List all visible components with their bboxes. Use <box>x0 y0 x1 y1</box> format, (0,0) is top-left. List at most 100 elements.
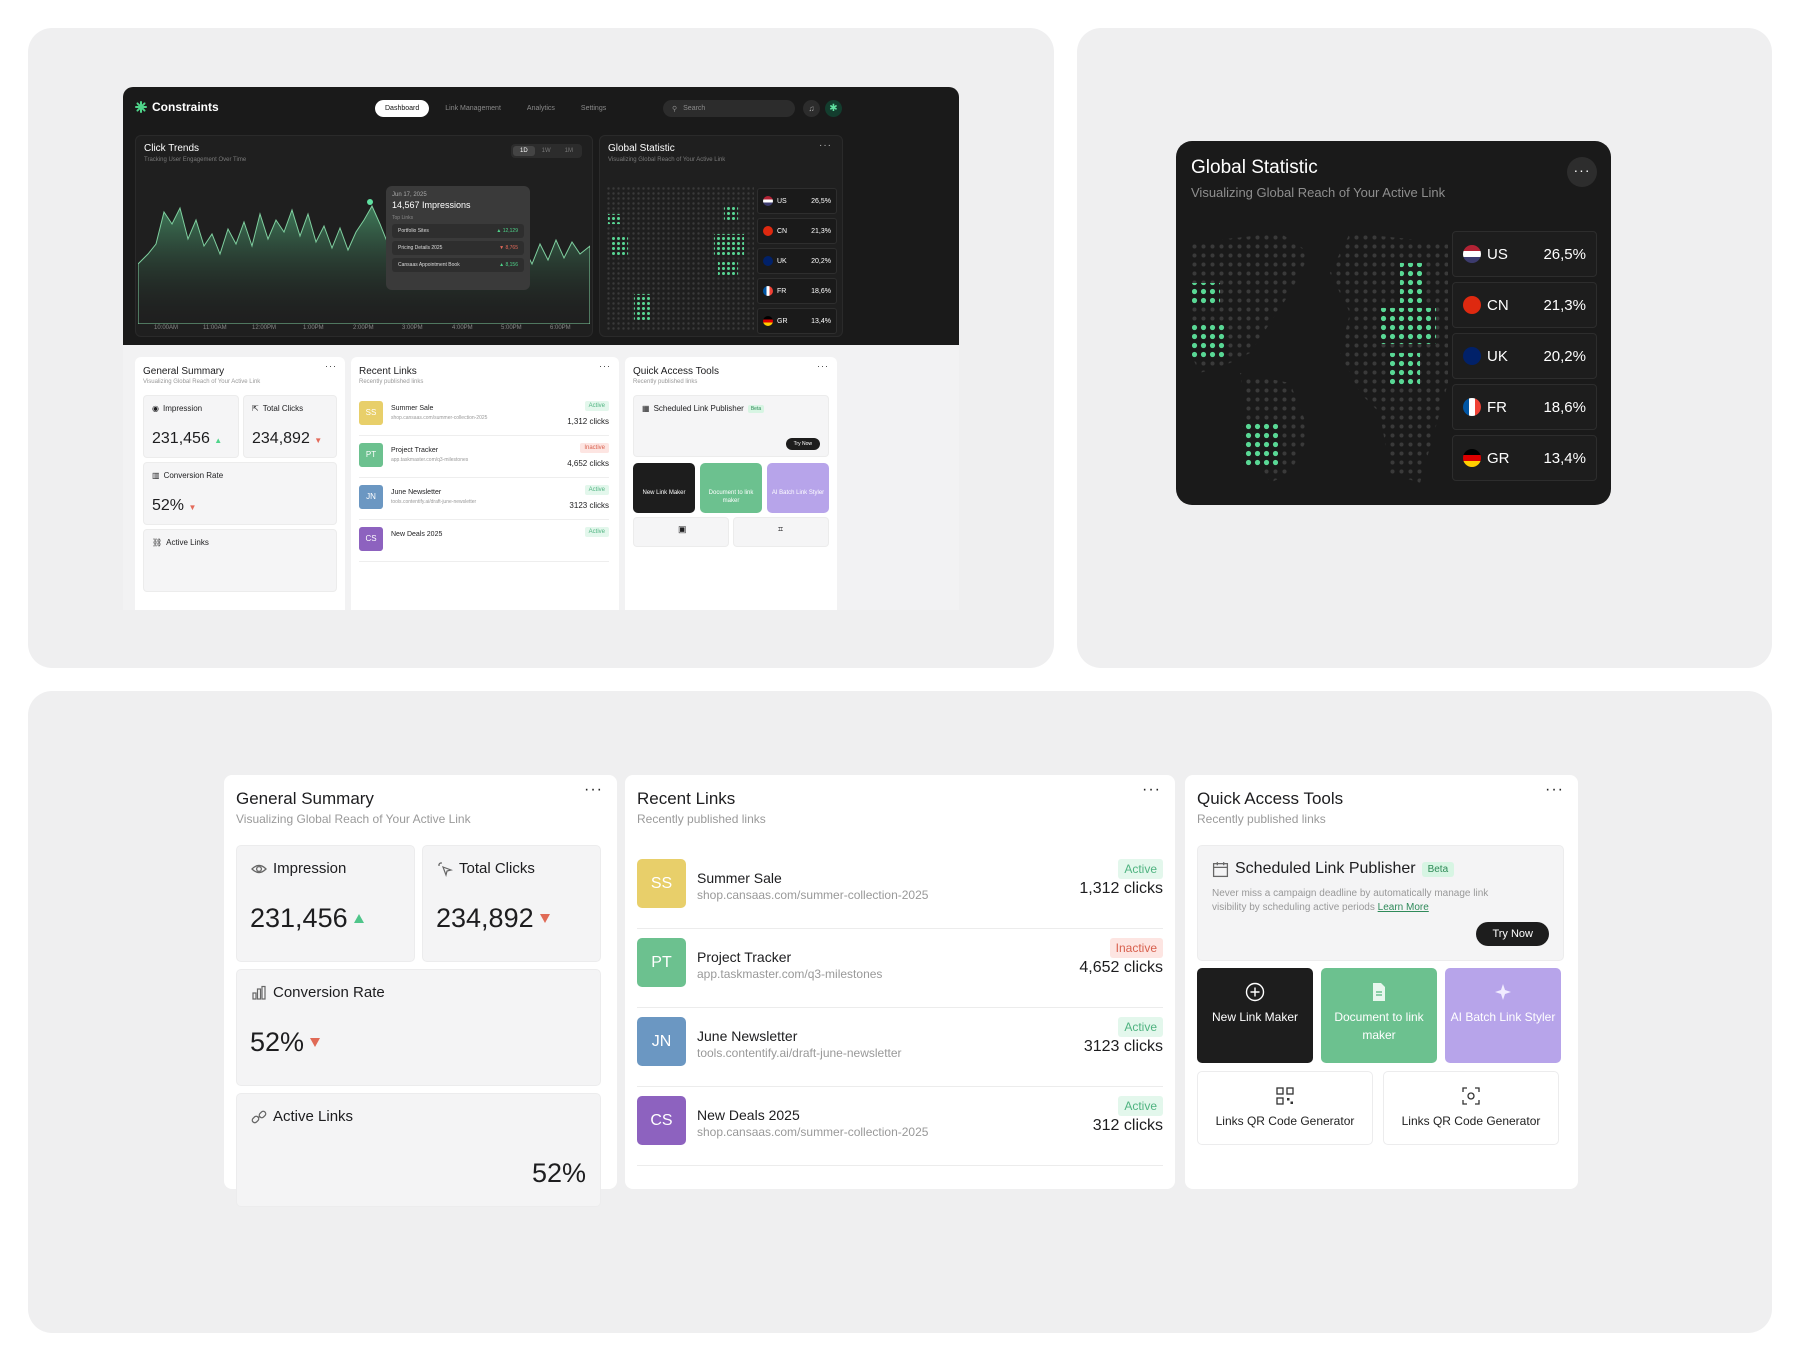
more-icon[interactable]: ··· <box>1142 781 1161 799</box>
tooltip-link-name: Cansaas Appointment Book <box>398 262 460 268</box>
cn-flag-icon <box>1463 296 1481 314</box>
conversion-value: 52% <box>250 1027 305 1057</box>
trend-point-marker[interactable] <box>367 199 373 205</box>
more-icon[interactable]: ··· <box>817 361 829 371</box>
try-now-mini-button[interactable]: Try Now <box>785 438 820 450</box>
range-1w[interactable]: 1W <box>535 146 558 156</box>
tab-analytics[interactable]: Analytics <box>517 100 565 117</box>
list-item[interactable]: PT Project Tracker app.taskmaster.com/q3-m… <box>359 437 609 478</box>
link-clicks: 3123 clicks <box>1083 1038 1163 1055</box>
x-tick: 1:00PM <box>303 325 324 331</box>
cursor-icon: ⇱ <box>252 404 259 413</box>
country-row-us[interactable]: US 26,5% <box>1452 231 1597 277</box>
qr-generator-tile[interactable]: Links QR Code Generator <box>1383 1071 1559 1145</box>
tooltip-link-value: ▼ 8,765 <box>499 245 518 251</box>
document-to-link-tile[interactable]: Document to link maker <box>1321 968 1437 1063</box>
beta-badge: Beta <box>747 404 765 413</box>
range-selector: 1D 1W 1M <box>510 144 582 158</box>
tab-link-management[interactable]: Link Management <box>435 100 511 117</box>
active-links-mini-box: ⛓ Active Links <box>143 529 337 592</box>
tooltip-link-row[interactable]: Pricing Details 2025 ▼ 8,765 <box>392 241 524 255</box>
country-row-us[interactable]: US 26,5% <box>757 188 837 214</box>
tooltip-link-row[interactable]: Cansaas Appointment Book ▲ 8,156 <box>392 258 524 272</box>
list-item[interactable]: JN June Newsletter tools.contentify.ai/dra… <box>637 1008 1163 1087</box>
country-row-gr[interactable]: GR 13,4% <box>1452 435 1597 481</box>
range-1d[interactable]: 1D <box>512 146 535 156</box>
more-icon[interactable]: ··· <box>819 140 832 151</box>
country-code: UK <box>777 257 787 265</box>
tab-dashboard[interactable]: Dashboard <box>375 100 430 117</box>
brand-logo[interactable]: Constraints <box>135 100 219 114</box>
range-1m[interactable]: 1M <box>558 146 580 156</box>
notification-bell-icon[interactable]: ♫ <box>803 100 820 117</box>
tooltip-link-row[interactable]: Portfolio Sites ▲ 12,129 <box>392 224 524 238</box>
list-item[interactable]: CS New Deals 2025 Active <box>359 521 609 562</box>
tab-settings[interactable]: Settings <box>571 100 616 117</box>
more-icon[interactable]: ··· <box>599 361 611 371</box>
try-now-button[interactable]: Try Now <box>1476 922 1549 946</box>
publisher-mini-box: ▦ Scheduled Link Publisher Beta Try Now <box>633 395 829 457</box>
country-row-cn[interactable]: CN 21,3% <box>757 218 837 244</box>
asterisk-logo-icon <box>135 101 147 113</box>
learn-more-link[interactable]: Learn More <box>1378 902 1429 913</box>
link-avatar: CS <box>637 1096 686 1145</box>
country-row-cn[interactable]: CN 21,3% <box>1452 282 1597 328</box>
clicks-value: 234,892 <box>436 903 534 933</box>
list-item[interactable]: JN June Newsletter tools.contentify.ai/dra… <box>359 479 609 520</box>
more-icon[interactable]: ··· <box>584 781 603 799</box>
qr-mini-tile[interactable]: ▣ <box>633 517 729 547</box>
country-row-fr[interactable]: FR 18,6% <box>1452 384 1597 430</box>
qr-code-icon <box>1276 1087 1294 1105</box>
x-tick: 5:00PM <box>501 325 522 331</box>
click-trends-subtitle: Tracking User Engagement Over Time <box>144 157 247 163</box>
country-row-uk[interactable]: UK 20,2% <box>757 248 837 274</box>
ai-batch-link-tile[interactable]: AI Batch Link Styler <box>1445 968 1561 1063</box>
uk-flag-icon <box>763 256 773 266</box>
country-code: GR <box>1487 449 1510 467</box>
global-statistic-mini-card: Global Statistic Visualizing Global Reac… <box>599 135 843 337</box>
country-code: FR <box>1487 398 1507 416</box>
new-link-maker-tile[interactable]: New Link Maker <box>1197 968 1313 1063</box>
country-code: CN <box>1487 296 1509 314</box>
country-value: 21,3% <box>1543 296 1586 314</box>
more-options-icon[interactable]: ··· <box>1567 157 1597 187</box>
list-item[interactable]: SS Summer Sale shop.cansaas.com/summer-col… <box>359 395 609 436</box>
clicks-mini-text: Total Clicks <box>262 404 304 413</box>
country-value: 13,4% <box>811 317 831 325</box>
nav-tabs: Dashboard Link Management Analytics Sett… <box>375 100 616 117</box>
quick-access-tools-card: Quick Access Tools Recently published li… <box>1185 775 1578 1189</box>
active-links-label-text: Active Links <box>273 1108 354 1125</box>
list-item[interactable]: PT Project Tracker app.taskmaster.com/q3-m… <box>637 929 1163 1008</box>
country-row-fr[interactable]: FR 18,6% <box>757 278 837 304</box>
ai-batch-mini-tile[interactable]: AI Batch Link Styler <box>767 463 829 513</box>
list-item[interactable]: CS New Deals 2025 shop.cansaas.com/summer-… <box>637 1087 1163 1166</box>
up-arrow-icon: ▲ <box>214 436 223 445</box>
country-code: FR <box>777 287 787 295</box>
status-badge: Inactive <box>1109 938 1163 958</box>
gr-flag-icon <box>763 316 773 326</box>
conversion-rate-box: Conversion Rate 52% <box>236 969 601 1086</box>
more-icon[interactable]: ··· <box>325 361 337 371</box>
search-placeholder: Search <box>683 105 706 112</box>
country-row-gr[interactable]: GR 13,4% <box>757 308 837 334</box>
x-tick: 6:00PM <box>550 325 571 331</box>
recent-links-mini-card: Recent Links Recently published links ··… <box>351 357 619 610</box>
link-name: June Newsletter <box>391 489 442 496</box>
trend-tooltip: Jun 17, 2025 14,567 Impressions Top Link… <box>386 186 530 290</box>
more-icon[interactable]: ··· <box>1545 781 1564 799</box>
document-link-mini-tile[interactable]: Document to link maker <box>700 463 762 513</box>
qr-mini-tile[interactable]: ⌗ <box>733 517 829 547</box>
country-row-uk[interactable]: UK 20,2% <box>1452 333 1597 379</box>
search-input[interactable]: ⚲ Search <box>663 100 795 117</box>
global-statistic-card: Global Statistic Visualizing Global Reac… <box>1176 141 1611 505</box>
impression-mini-value: 231,456 ▲ <box>152 430 222 448</box>
list-item[interactable]: SS Summer Sale shop.cansaas.com/summer-col… <box>637 850 1163 929</box>
country-code: US <box>777 197 787 205</box>
clicks-mini-number: 234,892 <box>252 430 310 447</box>
clicks-label-text: Total Clicks <box>459 860 535 877</box>
conversion-label: Conversion Rate <box>251 984 385 1001</box>
click-trends-card: Click Trends Tracking User Engagement Ov… <box>135 135 593 337</box>
avatar[interactable]: ✱ <box>825 100 842 117</box>
new-link-maker-mini-tile[interactable]: New Link Maker <box>633 463 695 513</box>
qr-generator-tile[interactable]: Links QR Code Generator <box>1197 1071 1373 1145</box>
